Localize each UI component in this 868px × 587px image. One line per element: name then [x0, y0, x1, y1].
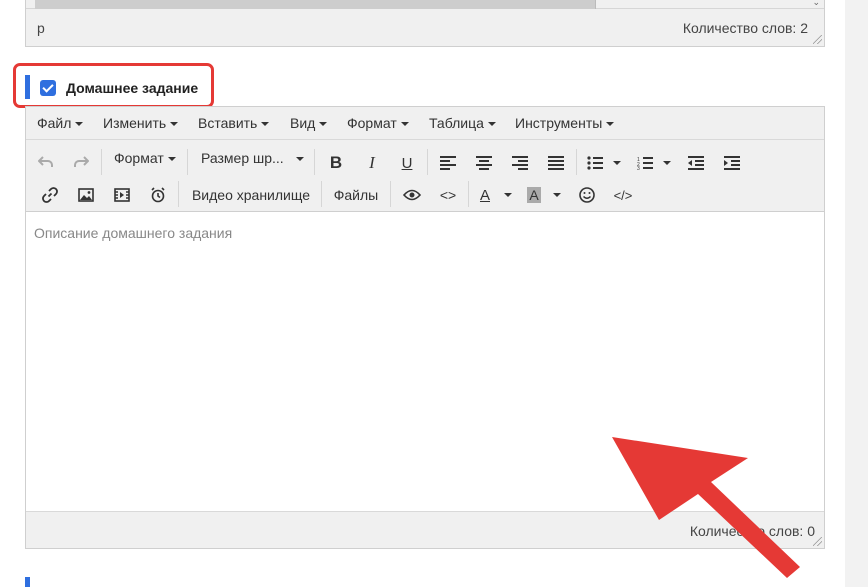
- link-icon[interactable]: [38, 183, 62, 207]
- format-dropdown[interactable]: Формат: [114, 150, 176, 166]
- menu-view-label: Вид: [290, 115, 316, 131]
- background-color-button[interactable]: A: [524, 183, 564, 207]
- italic-button[interactable]: I: [360, 151, 384, 175]
- element-path[interactable]: p: [37, 20, 45, 36]
- source-code-button[interactable]: </>: [610, 183, 636, 207]
- editor-placeholder: Описание домашнего задания: [34, 225, 233, 241]
- menu-tools-label: Инструменты: [515, 115, 603, 131]
- toolbar-divider: [468, 181, 469, 207]
- scrollbar-thumb[interactable]: [35, 0, 596, 9]
- chevron-down-icon: [319, 122, 328, 127]
- chevron-down-icon: [606, 122, 615, 127]
- toolbar-divider: [187, 149, 188, 175]
- bullet-list-button[interactable]: [584, 151, 624, 175]
- toolbar-divider: [101, 149, 102, 175]
- previous-editor: ⌄ p Количество слов: 2: [25, 0, 825, 47]
- menu-insert-label: Вставить: [198, 115, 258, 131]
- scroll-down-icon[interactable]: ⌄: [812, 0, 820, 8]
- eye-icon[interactable]: [400, 183, 424, 207]
- chevron-down-icon: [400, 122, 409, 127]
- menu-file[interactable]: Файл: [37, 115, 84, 131]
- toolbar-divider: [321, 181, 322, 207]
- word-count: Количество слов: 0: [689, 523, 815, 539]
- toolbar-divider: [314, 149, 315, 175]
- video-icon[interactable]: [110, 183, 134, 207]
- menu-table-label: Таблица: [429, 115, 484, 131]
- editor-menubar: Файл Изменить Вставить Вид Формат Таблиц…: [26, 107, 824, 140]
- horizontal-scrollbar[interactable]: ⌄: [26, 0, 824, 9]
- emoji-icon[interactable]: [575, 183, 599, 207]
- page-gutter: [845, 0, 868, 587]
- toolbar-divider: [576, 149, 577, 175]
- text-color-label: A: [479, 186, 490, 204]
- video-storage-button[interactable]: Видео хранилище: [186, 183, 316, 207]
- chevron-down-icon: [295, 157, 304, 162]
- resize-handle-icon[interactable]: [813, 35, 822, 44]
- editor-content-area[interactable]: Описание домашнего задания: [26, 212, 824, 512]
- text-color-button[interactable]: A: [476, 183, 516, 207]
- chevron-down-icon: [552, 193, 561, 197]
- align-left-icon[interactable]: [436, 151, 460, 175]
- align-right-icon[interactable]: [508, 151, 532, 175]
- toolbar-divider: [427, 149, 428, 175]
- alarm-clock-icon[interactable]: [146, 183, 170, 207]
- chevron-down-icon: [261, 122, 270, 127]
- background-color-label: A: [527, 187, 541, 203]
- format-dropdown-label: Формат: [114, 150, 164, 166]
- chevron-down-icon: [75, 122, 84, 127]
- previous-editor-statusbar: p Количество слов: 2: [26, 9, 824, 46]
- font-size-dropdown[interactable]: Размер шр...: [201, 150, 304, 166]
- menu-insert[interactable]: Вставить: [198, 115, 270, 131]
- resize-handle-icon[interactable]: [813, 537, 822, 546]
- svg-text:3: 3: [637, 166, 640, 170]
- menu-format-label: Формат: [347, 115, 397, 131]
- redo-icon[interactable]: [69, 150, 93, 174]
- menu-table[interactable]: Таблица: [429, 115, 496, 131]
- menu-tools[interactable]: Инструменты: [515, 115, 615, 131]
- menu-edit-label: Изменить: [103, 115, 167, 131]
- chevron-down-icon: [170, 122, 179, 127]
- undo-icon[interactable]: [34, 150, 58, 174]
- files-button[interactable]: Файлы: [328, 183, 384, 207]
- menu-file-label: Файл: [37, 115, 72, 131]
- editor-statusbar: Количество слов: 0: [26, 511, 824, 548]
- code-button[interactable]: <>: [436, 183, 460, 207]
- outdent-icon[interactable]: [684, 151, 708, 175]
- menu-view[interactable]: Вид: [290, 115, 328, 131]
- highlight-frame: [13, 63, 214, 108]
- chevron-down-icon: [504, 193, 512, 197]
- chevron-down-icon: [167, 157, 176, 162]
- menu-format[interactable]: Формат: [347, 115, 409, 131]
- align-justify-icon[interactable]: [544, 151, 568, 175]
- align-center-icon[interactable]: [472, 151, 496, 175]
- image-icon[interactable]: [74, 183, 98, 207]
- chevron-down-icon: [487, 122, 496, 127]
- toolbar-divider: [178, 181, 179, 207]
- next-section-accent-bar: [25, 577, 30, 587]
- bold-button[interactable]: B: [324, 151, 348, 175]
- toolbar-divider: [390, 181, 391, 207]
- indent-icon[interactable]: [720, 151, 744, 175]
- numbered-list-button[interactable]: 123: [634, 151, 674, 175]
- editor-toolbar: Формат Размер шр... B I U 123 Видео хран…: [26, 140, 824, 212]
- homework-editor: Файл Изменить Вставить Вид Формат Таблиц…: [25, 106, 825, 549]
- menu-edit[interactable]: Изменить: [103, 115, 179, 131]
- underline-button[interactable]: U: [395, 151, 419, 175]
- word-count: Количество слов: 2: [682, 20, 808, 36]
- font-size-dropdown-label: Размер шр...: [201, 150, 284, 166]
